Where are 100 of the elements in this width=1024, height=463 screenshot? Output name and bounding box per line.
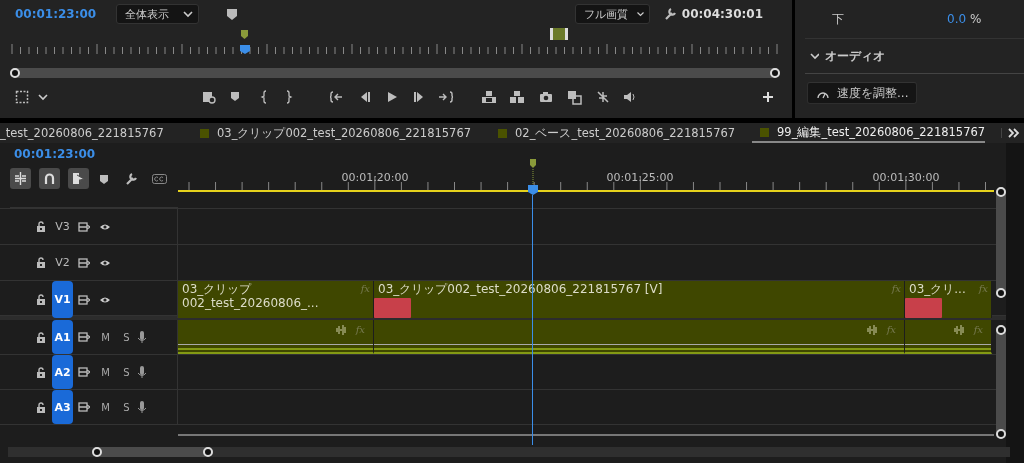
- sync-lock-icon[interactable]: [78, 256, 90, 269]
- ruler-timecode: 00:01:20:00: [341, 171, 409, 184]
- lock-icon[interactable]: [36, 331, 46, 343]
- video-clip[interactable]: 03_クリップ002_test_20260806_... fx: [178, 281, 374, 318]
- vertical-scrollbar[interactable]: [996, 325, 1006, 439]
- scroll-handle[interactable]: [996, 288, 1006, 298]
- playhead-icon[interactable]: [527, 159, 539, 195]
- scroll-handle[interactable]: [996, 187, 1006, 197]
- microphone-icon[interactable]: [137, 400, 147, 414]
- waveform-icon: [335, 323, 346, 336]
- scroll-handle[interactable]: [10, 68, 20, 78]
- scroll-handle[interactable]: [996, 429, 1006, 439]
- microphone-icon[interactable]: [137, 365, 147, 379]
- safe-margins-icon[interactable]: [15, 90, 29, 104]
- solo-toggle[interactable]: S: [116, 401, 137, 413]
- solo-toggle[interactable]: S: [116, 331, 137, 343]
- cursor-icon: [72, 172, 85, 185]
- mute-toggle[interactable]: M: [95, 401, 116, 413]
- track-target-button[interactable]: V3: [52, 209, 73, 244]
- lock-icon[interactable]: [36, 401, 46, 413]
- captions-icon[interactable]: [152, 173, 167, 184]
- speaker-icon[interactable]: [623, 90, 637, 104]
- sequence-tab[interactable]: 03_クリップ002_test_20260806_221815767: [200, 123, 498, 143]
- go-to-out-icon[interactable]: [439, 90, 453, 104]
- export-frame-icon[interactable]: [202, 90, 216, 104]
- fx-label: fx: [978, 282, 988, 296]
- sequence-timecode[interactable]: 00:01:23:00: [0, 143, 178, 164]
- sequence-tab[interactable]: _test_20260806_221815767: [0, 123, 200, 143]
- chevron-down-icon: [182, 9, 195, 19]
- speed-button[interactable]: 速度を調整...: [807, 82, 918, 104]
- sync-lock-icon[interactable]: [78, 331, 90, 343]
- out-point-icon[interactable]: [285, 90, 293, 104]
- sync-lock-icon[interactable]: [78, 220, 90, 233]
- lift-icon[interactable]: [481, 90, 497, 104]
- scroll-handle[interactable]: [770, 68, 780, 78]
- add-button-icon[interactable]: [762, 91, 774, 103]
- sequence-tab[interactable]: 02_ベース_test_20260806_221815767: [498, 123, 752, 143]
- solo-toggle[interactable]: S: [116, 366, 137, 378]
- sync-lock-icon[interactable]: [78, 366, 90, 378]
- camera-icon[interactable]: [539, 90, 553, 104]
- chevron-down-icon[interactable]: [37, 92, 49, 102]
- mute-toggle[interactable]: M: [95, 331, 116, 343]
- play-icon[interactable]: [385, 90, 399, 104]
- insert-sequence-button[interactable]: [10, 168, 31, 189]
- zoom-scrollbar[interactable]: [10, 68, 780, 78]
- fx-label: fx: [886, 324, 896, 335]
- time-ruler[interactable]: 00:01:20:00 00:01:25:00 00:01:30:00: [178, 143, 994, 192]
- lock-icon[interactable]: [36, 294, 46, 305]
- fx-label: fx: [973, 324, 983, 335]
- marker-icon[interactable]: [230, 90, 242, 104]
- sync-lock-icon[interactable]: [78, 401, 90, 413]
- go-to-in-icon[interactable]: [330, 90, 344, 104]
- linked-selection-button[interactable]: [68, 168, 89, 189]
- lock-icon[interactable]: [36, 221, 46, 232]
- chevron-down-icon[interactable]: [809, 51, 819, 61]
- sequence-tab[interactable]: 99_編集_test_20260806_221815767: [752, 123, 985, 143]
- fx-label: fx: [360, 282, 370, 296]
- waveform-icon: [866, 323, 877, 336]
- waveform-icon: [953, 323, 964, 336]
- clip-title: 03_クリ...: [909, 282, 966, 296]
- marker-icon[interactable]: [99, 173, 108, 184]
- track-target-button[interactable]: A1: [52, 320, 73, 354]
- horizontal-scrollbar[interactable]: [92, 447, 213, 457]
- split-bars-icon: [14, 172, 27, 185]
- wrench-icon[interactable]: [124, 171, 138, 186]
- in-point-icon[interactable]: [260, 90, 268, 104]
- fx-label: fx: [355, 324, 365, 335]
- marker-icon[interactable]: [226, 7, 239, 21]
- property-value[interactable]: 0.0: [947, 12, 967, 26]
- unit-label: %: [970, 12, 982, 26]
- property-label: 下: [832, 10, 844, 28]
- track-target-button[interactable]: A2: [52, 355, 73, 389]
- ruler-timecode: 00:01:30:00: [872, 171, 940, 184]
- scroll-handle[interactable]: [203, 447, 213, 457]
- snap-button[interactable]: [39, 168, 60, 189]
- microphone-icon[interactable]: [137, 330, 147, 344]
- clip-title: 03_クリップ002_test_20260806_...: [182, 282, 320, 310]
- fx-label: fx: [891, 282, 901, 296]
- section-heading: オーディオ: [825, 47, 885, 65]
- comparison-icon[interactable]: [567, 89, 582, 105]
- zoom-dropdown[interactable]: 全体表示: [116, 4, 200, 24]
- video-clip[interactable]: 03_クリ... fx: [905, 281, 992, 318]
- playhead-timecode[interactable]: 00:01:23:00: [15, 7, 97, 21]
- lock-icon[interactable]: [36, 257, 46, 268]
- mute-toggle[interactable]: M: [95, 366, 116, 378]
- scroll-handle[interactable]: [996, 325, 1006, 335]
- duration-timecode: 00:04:30:01: [681, 7, 763, 21]
- vertical-scrollbar[interactable]: [996, 187, 1006, 298]
- double-chevron-icon[interactable]: [1001, 128, 1020, 138]
- extract-icon[interactable]: [509, 90, 525, 104]
- track-target-button[interactable]: V2: [52, 245, 73, 280]
- quality-dropdown[interactable]: フル画質: [574, 4, 650, 24]
- magnet-icon: [43, 172, 56, 185]
- sync-lock-icon[interactable]: [78, 293, 90, 306]
- lock-icon[interactable]: [36, 366, 46, 378]
- track-target-button[interactable]: V1: [52, 281, 73, 318]
- chevron-down-icon: [635, 9, 645, 19]
- proxy-icon[interactable]: [596, 90, 610, 104]
- scroll-handle[interactable]: [92, 447, 102, 457]
- track-target-button[interactable]: A3: [52, 390, 73, 424]
